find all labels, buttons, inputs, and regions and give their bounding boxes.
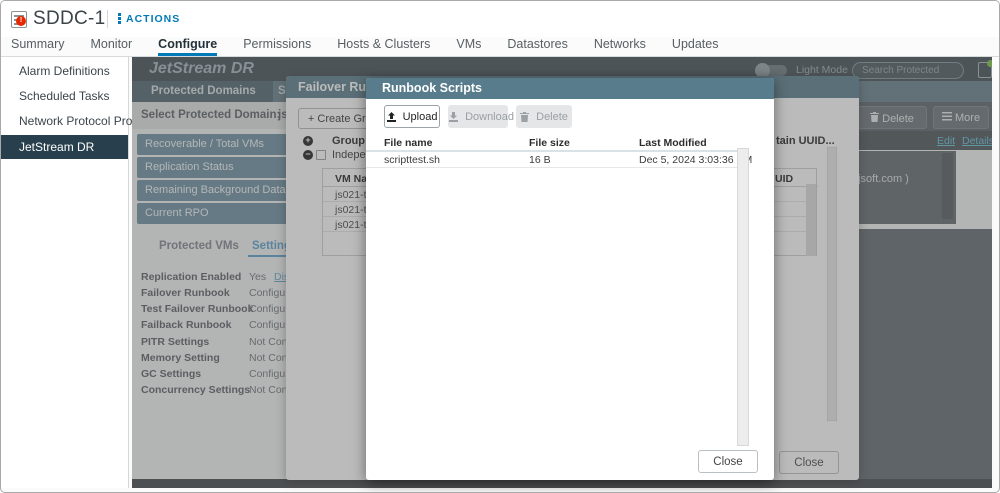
vertical-dots-icon: [118, 13, 121, 24]
download-button[interactable]: Download: [448, 105, 514, 128]
header-divider: [107, 10, 108, 28]
file-size-header: File size: [529, 137, 570, 149]
runbook-scripts-modal: Runbook Scripts Upload Download Delete F…: [366, 78, 774, 480]
tab-datastores[interactable]: Datastores: [507, 37, 567, 56]
file-name-header: File name: [384, 137, 433, 149]
tab-updates[interactable]: Updates: [672, 37, 719, 56]
upload-button[interactable]: Upload: [384, 105, 440, 128]
last-modified-header: Last Modified: [639, 137, 707, 149]
tab-networks[interactable]: Networks: [594, 37, 646, 56]
sidebar-item-alarm-definitions[interactable]: Alarm Definitions: [1, 60, 128, 82]
page-title: SDDC-1: [33, 8, 106, 29]
sidebar-item-jetstream-dr[interactable]: JetStream DR: [1, 135, 128, 159]
actions-menu-button[interactable]: ACTIONS: [118, 13, 180, 25]
runbook-table-scrollbar[interactable]: [737, 148, 749, 446]
sidebar-item-network-protocol-profiles[interactable]: Network Protocol Profiles: [1, 110, 154, 132]
delete-button[interactable]: Delete: [516, 105, 572, 128]
runbook-modal-title: Runbook Scripts: [366, 78, 774, 99]
application-window: ! SDDC-1 ACTIONS Summary Monitor Configu…: [0, 0, 1000, 493]
alert-badge: !: [16, 16, 26, 26]
tab-monitor[interactable]: Monitor: [90, 37, 132, 56]
object-header: ! SDDC-1 ACTIONS: [1, 1, 999, 37]
sidebar-item-scheduled-tasks[interactable]: Scheduled Tasks: [1, 85, 128, 107]
tab-vms[interactable]: VMs: [456, 37, 481, 56]
sddc-host-icon: !: [11, 11, 27, 28]
table-row-divider: [366, 167, 738, 168]
tab-configure[interactable]: Configure: [158, 37, 218, 56]
file-name-cell[interactable]: scripttest.sh: [384, 154, 440, 166]
object-tab-bar: Summary Monitor Configure Permissions Ho…: [1, 37, 999, 57]
download-icon: [449, 112, 458, 122]
trash-icon: [520, 112, 530, 122]
tab-permissions[interactable]: Permissions: [243, 37, 311, 56]
tab-hosts-clusters[interactable]: Hosts & Clusters: [337, 37, 430, 56]
configure-sidebar: Alarm Definitions Scheduled Tasks Networ…: [1, 57, 154, 488]
last-modified-cell: Dec 5, 2024 3:03:36 PM: [639, 154, 753, 166]
upload-icon: [386, 112, 396, 122]
tab-summary[interactable]: Summary: [11, 37, 64, 56]
table-header-divider: [366, 150, 738, 152]
runbook-close-button[interactable]: Close: [698, 450, 758, 473]
file-size-cell: 16 B: [529, 154, 551, 166]
